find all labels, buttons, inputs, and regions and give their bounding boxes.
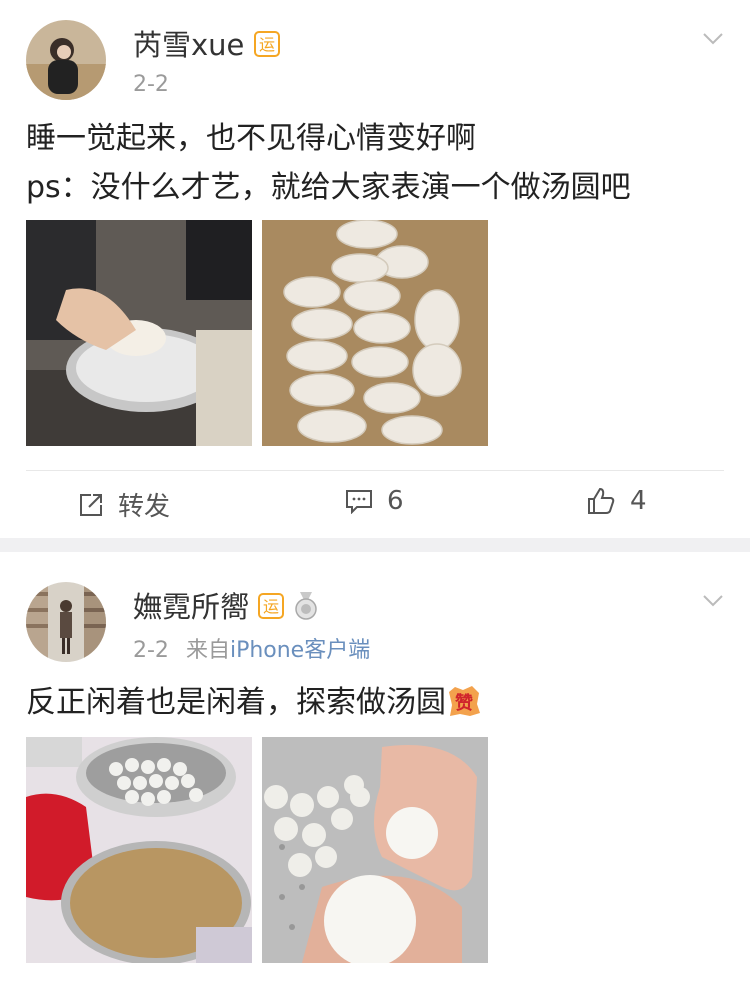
post-date: 2-2 (133, 72, 169, 97)
svg-text:运: 运 (263, 597, 279, 616)
svg-text:赞: 赞 (454, 693, 473, 714)
actions-divider (26, 470, 724, 471)
post-photo-tangyuan-in-hand[interactable] (262, 737, 488, 963)
post-meta: 2-2 来自iPhone客户端 (133, 632, 370, 664)
zan-emoji-icon: 赞 (446, 683, 482, 735)
source-link[interactable]: iPhone客户端 (230, 638, 370, 663)
like-button[interactable]: 4 (586, 486, 647, 516)
post-text: 反正闲着也是闲着，探索做汤圆 (26, 685, 446, 720)
weibo-post-2: 嫵霓所嚮 运 2-2 来自iPhone客户端 反正闲着也是闲着，探索做汤圆 赞 (0, 552, 750, 986)
post-date: 2-2 (133, 638, 169, 663)
author-name-row: 芮雪xue 运 (133, 22, 280, 64)
source-prefix: 来自 (185, 638, 230, 663)
author-name[interactable]: 芮雪xue (133, 28, 244, 62)
post-photo-kneading-dough[interactable] (26, 220, 252, 446)
repost-button[interactable]: 转发 (78, 486, 170, 523)
comment-icon (346, 490, 372, 514)
author-name[interactable]: 嫵霓所嚮 (133, 590, 249, 624)
post-text-line-2: ps：没什么才艺，就给大家表演一个做汤圆吧 (26, 170, 631, 205)
comment-button[interactable]: 6 (345, 486, 404, 516)
thumbs-up-icon (588, 487, 615, 514)
medal-icon[interactable] (293, 591, 319, 627)
chevron-down-icon[interactable] (702, 27, 724, 49)
author-avatar[interactable] (26, 582, 106, 662)
like-count: 4 (630, 486, 647, 516)
post-photo-rolling-tangyuan[interactable] (26, 737, 252, 963)
post-text-line-1: 睡一觉起来，也不见得心情变好啊 (26, 121, 476, 156)
author-name-row: 嫵霓所嚮 运 (133, 584, 319, 627)
post-separator (0, 538, 750, 552)
post-photo-dumplings[interactable] (262, 220, 488, 446)
repost-icon (80, 493, 102, 516)
weibo-post-1: 芮雪xue 运 2-2 睡一觉起来，也不见得心情变好啊 ps：没什么才艺，就给大… (0, 0, 750, 538)
member-badge-icon[interactable]: 运 (258, 592, 285, 626)
member-badge-icon[interactable]: 运 (253, 30, 280, 64)
post-text-line-1: 反正闲着也是闲着，探索做汤圆 赞 (26, 677, 482, 735)
svg-text:运: 运 (259, 35, 275, 54)
repost-label: 转发 (118, 492, 171, 522)
author-avatar[interactable] (26, 20, 106, 100)
chevron-down-icon[interactable] (702, 589, 724, 611)
comment-count: 6 (387, 486, 404, 516)
